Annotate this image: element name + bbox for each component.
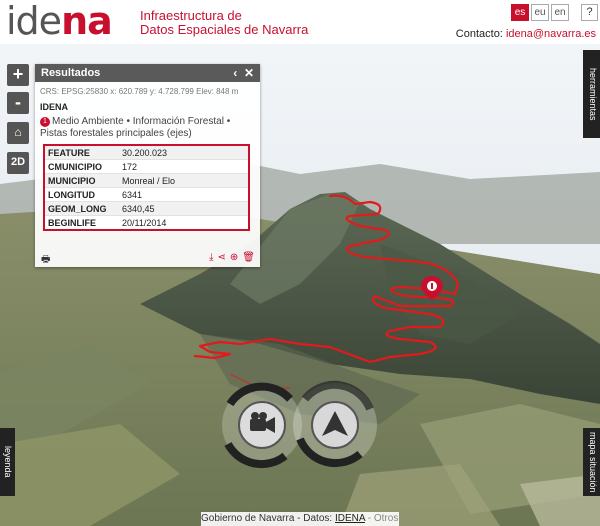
layer-number-badge: 1 [40,117,50,127]
print-icon[interactable]: 🖶 [41,252,50,269]
attr-key: LONGITUD [44,187,119,202]
logo-subtitle-line1: Infraestructura de [140,8,242,23]
zoom-out-button[interactable]: - [7,92,29,114]
results-panel: Resultados ‹ ✕ CRS: EPSG:25830 x: 620.78… [35,64,260,267]
language-selector: es eu en [511,4,569,21]
delete-icon[interactable]: 🗑 [242,252,255,263]
logo-subtitle: Infraestructura de Datos Espaciales de N… [140,9,308,37]
layer-name: Medio Ambiente • Información Forestal • … [40,116,231,139]
table-row: LONGITUD 6341 [44,187,249,202]
logo-ide: ide [6,0,62,43]
table-row: MUNICIPIO Monreal / Elo [44,173,249,188]
crs-readout: CRS: EPSG:25830 x: 620.789 y: 4.728.799 … [40,87,239,96]
result-layer: 1 Medio Ambiente • Información Forestal •… [35,112,260,140]
table-row: CMUNICIPIO 172 [44,159,249,174]
results-title: Resultados [41,67,101,79]
attribution-idena-link[interactable]: IDENA [335,513,365,524]
contact-label: Contacto: [455,28,503,40]
home-button[interactable]: ⌂ [7,122,29,144]
table-row: FEATURE 30.200.023 [44,145,249,160]
attr-key: FEATURE [44,145,119,160]
attr-key: CMUNICIPIO [44,159,119,174]
attr-key: GEOM_LONG [44,201,119,216]
attributes-table: FEATURE 30.200.023 CMUNICIPIO 172 MUNICIPI… [43,144,250,231]
lang-en-button[interactable]: en [551,4,569,21]
lang-es-button[interactable]: es [511,4,529,21]
close-icon[interactable]: ✕ [244,66,254,80]
table-row: BEGINLIFE 20/11/2014 [44,215,249,231]
mapa-situacion-tab[interactable]: mapa situación [583,428,600,496]
contact-email-link[interactable]: idena@navarra.es [506,28,596,40]
zoom-to-icon[interactable]: ⊕ [230,252,238,263]
header: idena Infraestructura de Datos Espaciale… [0,0,600,45]
download-icon[interactable]: ⤓ [209,252,213,263]
result-source: IDENA [40,102,69,112]
result-tools: ⤓ ⋖ ⊕ 🗑 [209,252,255,263]
results-panel-header[interactable]: Resultados ‹ ✕ [35,64,260,82]
logo-subtitle-line2: Datos Espaciales de Navarra [140,22,309,37]
idena-logo[interactable]: idena [6,0,113,43]
home-icon: ⌂ [14,125,22,139]
share-icon[interactable]: ⋖ [218,252,226,263]
attr-value: Monreal / Elo [119,173,249,188]
attr-value: 20/11/2014 [119,215,249,231]
help-button[interactable]: ? [581,4,598,21]
logo-na: na [61,0,113,43]
contact: Contacto: idena@navarra.es [456,28,596,40]
attribution-others-link[interactable]: - Otros... [365,513,407,524]
results-panel-footer: 🖶 ⤓ ⋖ ⊕ 🗑 [35,252,260,266]
attr-key: BEGINLIFE [44,215,119,231]
lang-eu-button[interactable]: eu [531,4,549,21]
compass-navigation-control[interactable] [293,380,377,468]
view-mode-button[interactable]: 2D [7,152,29,174]
attr-key: MUNICIPIO [44,173,119,188]
attribution-bar: Gobierno de Navarra - Datos: IDENA - Otr… [201,512,407,526]
attribution-data-label: - Datos: [294,513,335,524]
attribution-owner: Gobierno de Navarra [201,513,295,524]
collapse-icon[interactable]: ‹ [233,66,237,80]
camera-navigation-control[interactable] [222,382,302,469]
table-row: GEOM_LONG 6340,45 [44,201,249,216]
herramientas-tab[interactable]: herramientas [583,50,600,138]
attr-value: 30.200.023 [119,145,249,160]
panel-controls: ‹ ✕ [233,64,254,82]
attr-value: 6341 [119,187,249,202]
attr-value: 172 [119,159,249,174]
zoom-in-button[interactable]: + [7,64,29,86]
leyenda-tab[interactable]: leyenda [0,428,15,496]
attr-value: 6340,45 [119,201,249,216]
